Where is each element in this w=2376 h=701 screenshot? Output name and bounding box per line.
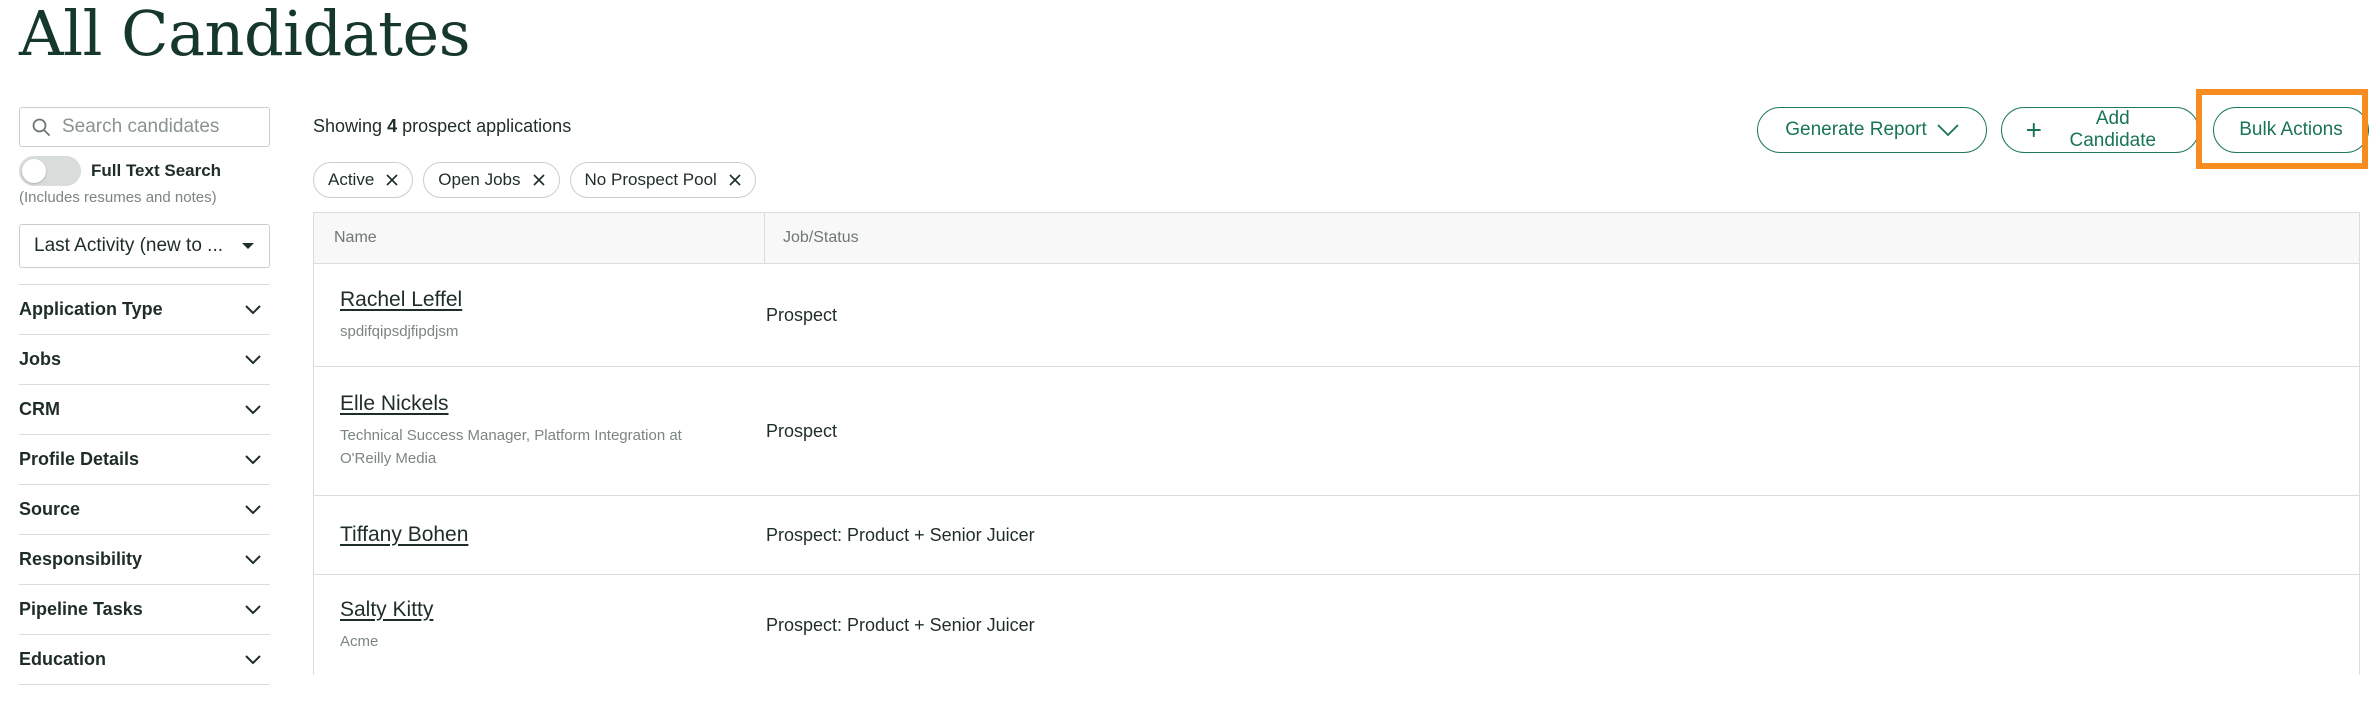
column-header-name[interactable]: Name: [314, 213, 765, 263]
full-text-search-hint: (Includes resumes and notes): [19, 189, 217, 206]
filter-source[interactable]: Source: [19, 485, 270, 535]
filter-jobs[interactable]: Jobs: [19, 335, 270, 385]
candidate-job-status: Prospect: [766, 420, 838, 441]
filter-responsibility[interactable]: Responsibility: [19, 535, 270, 585]
chevron-down-icon: [245, 355, 261, 365]
candidate-subtitle: spdifqipsdjfipdjsm: [340, 322, 459, 340]
results-summary: Showing 4 prospect applications: [313, 116, 572, 136]
page-title: All Candidates: [19, 0, 471, 70]
chevron-down-icon: [245, 505, 261, 515]
chevron-down-icon: [245, 605, 261, 615]
filter-list: Application Type Jobs CRM Profile Detail…: [19, 284, 270, 685]
add-candidate-button[interactable]: Add Candidate: [2001, 107, 2199, 153]
candidate-job-status: Prospect: Product + Senior Juicer: [766, 524, 1035, 545]
candidate-job-status: Prospect: Product + Senior Juicer: [766, 614, 1035, 635]
search-input[interactable]: [60, 115, 257, 139]
table-row: Tiffany Bohen Prospect: Product + Senior…: [314, 496, 2359, 575]
table-header: Name Job/Status: [314, 213, 2359, 264]
generate-report-button[interactable]: Generate Report: [1757, 107, 1987, 153]
candidate-subtitle: Technical Success Manager, Platform Inte…: [340, 427, 682, 467]
candidate-job-status: Prospect: [766, 304, 838, 325]
search-candidates-box[interactable]: [19, 107, 270, 147]
full-text-search-label: Full Text Search: [91, 161, 222, 180]
chevron-down-icon: [245, 655, 261, 665]
table-row: Rachel Leffel spdifqipsdjfipdjsm Prospec…: [314, 264, 2359, 367]
full-text-search-toggle[interactable]: [19, 156, 81, 186]
caret-down-icon: [242, 243, 254, 249]
plus-icon: [2026, 123, 2041, 137]
filter-application-type[interactable]: Application Type: [19, 285, 270, 335]
bulk-actions-highlight-box: [2196, 89, 2368, 169]
sort-select[interactable]: Last Activity (new to ...: [19, 224, 270, 268]
search-icon: [32, 118, 50, 136]
chevron-down-icon: [245, 555, 261, 565]
chevron-down-icon: [245, 405, 261, 415]
sort-select-value: Last Activity (new to ...: [34, 235, 224, 256]
filter-crm[interactable]: CRM: [19, 385, 270, 435]
close-icon[interactable]: [386, 174, 398, 186]
chevron-down-icon: [1937, 124, 1959, 136]
candidate-name-link[interactable]: Salty Kitty: [340, 598, 765, 622]
candidate-subtitle: Acme: [340, 632, 379, 650]
close-icon[interactable]: [532, 174, 545, 186]
column-header-job-status[interactable]: Job/Status: [765, 213, 859, 263]
close-icon[interactable]: [729, 174, 741, 186]
results-count: 4: [387, 116, 398, 136]
active-filter-chips: Active Open Jobs No Prospect Pool: [313, 162, 756, 198]
filter-sidebar: Full Text Search (Includes resumes and n…: [19, 107, 270, 685]
table-row: Salty Kitty Acme Prospect: Product + Sen…: [314, 575, 2359, 675]
filter-chip-active[interactable]: Active: [313, 162, 414, 198]
filter-education[interactable]: Education: [19, 635, 270, 685]
filter-pipeline-tasks[interactable]: Pipeline Tasks: [19, 585, 270, 635]
candidate-name-link[interactable]: Rachel Leffel: [340, 288, 765, 312]
candidates-table: Name Job/Status Rachel Leffel spdifqipsd…: [313, 212, 2360, 675]
table-row: Elle Nickels Technical Success Manager, …: [314, 367, 2359, 496]
chevron-down-icon: [245, 305, 261, 315]
filter-chip-no-prospect-pool[interactable]: No Prospect Pool: [569, 162, 756, 198]
candidate-name-link[interactable]: Elle Nickels: [340, 392, 765, 416]
filter-profile-details[interactable]: Profile Details: [19, 435, 270, 485]
chevron-down-icon: [245, 455, 261, 465]
filter-chip-open-jobs[interactable]: Open Jobs: [423, 162, 560, 198]
candidate-name-link[interactable]: Tiffany Bohen: [340, 523, 765, 547]
